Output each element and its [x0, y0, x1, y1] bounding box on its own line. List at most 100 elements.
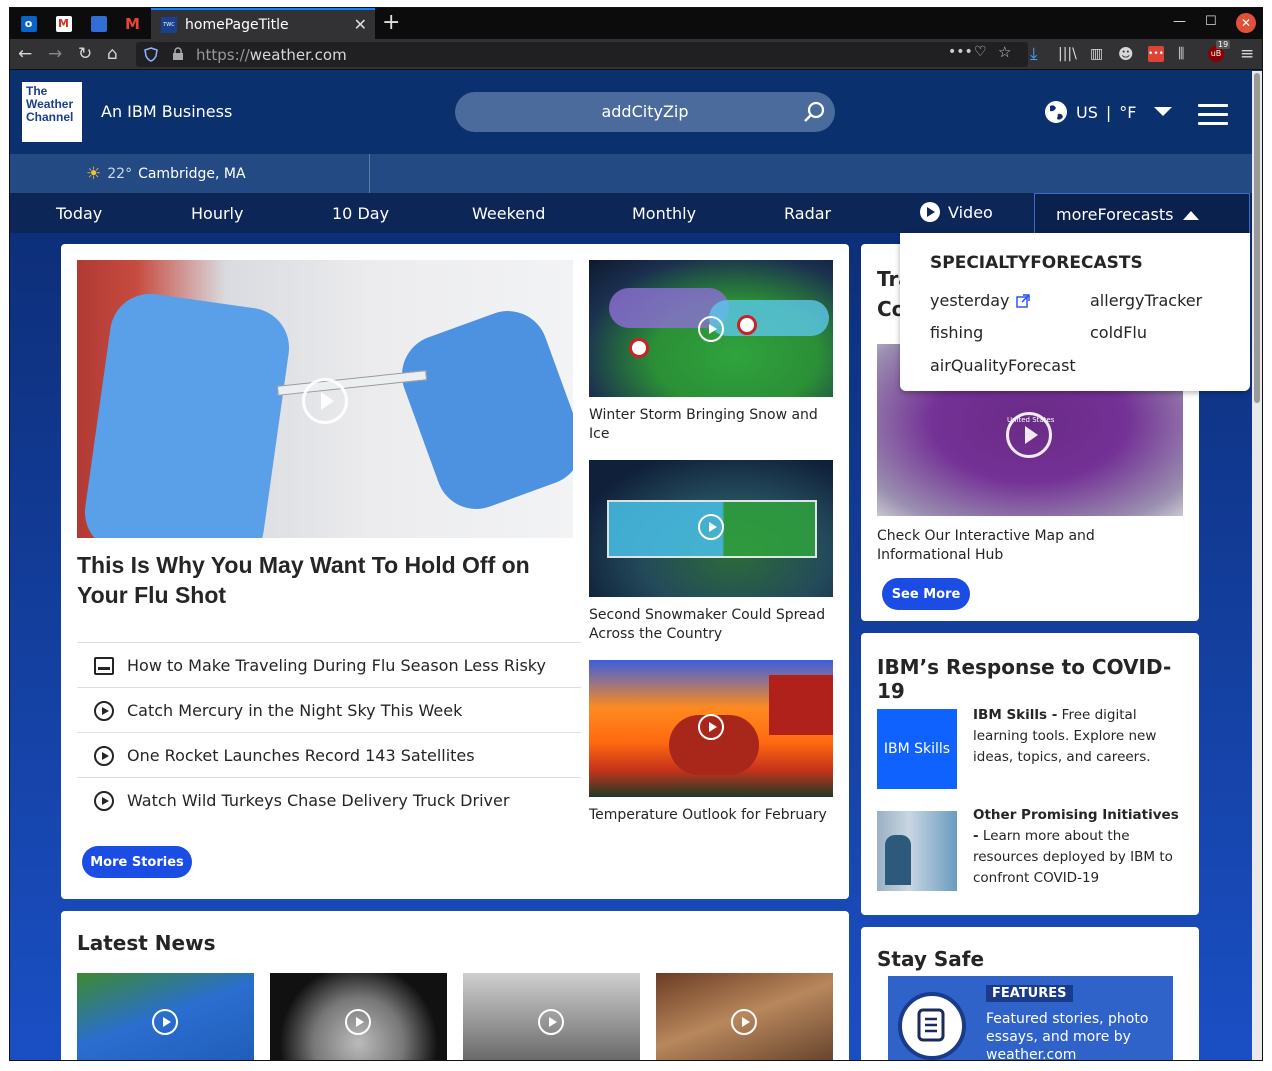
more-forecasts-button[interactable]: moreForecasts — [1034, 193, 1250, 233]
library-icon[interactable]: |||\ — [1058, 44, 1077, 64]
url-bar[interactable]: https://weather.com ••• ♡ ☆ — [136, 42, 1028, 67]
story-title: How to Make Traveling During Flu Season … — [127, 655, 546, 675]
video-caption[interactable]: Second Snowmaker Could Spread Across the… — [589, 606, 833, 644]
nav-video-label: Video — [948, 202, 993, 222]
pocket-icon[interactable]: ♡ — [974, 44, 987, 60]
logo-line: Channel — [26, 110, 74, 124]
nav-video[interactable]: Video — [920, 202, 993, 222]
bookmark-star-icon[interactable]: ☆ — [998, 43, 1011, 61]
play-circle-icon — [920, 202, 940, 222]
nav-radar[interactable]: Radar — [784, 204, 831, 223]
video-caption[interactable]: Temperature Outlook for February — [589, 806, 833, 825]
minimize-button[interactable]: — — [1173, 14, 1186, 29]
pinned-tab-app[interactable] — [82, 8, 115, 39]
pinned-tab-gmail-2[interactable]: M — [116, 8, 149, 39]
maximize-button[interactable]: ☐ — [1205, 14, 1217, 29]
dropdown-item-cold-flu[interactable]: coldFlu — [1090, 323, 1147, 342]
play-icon[interactable] — [152, 1009, 178, 1035]
search-input[interactable]: addCityZip — [455, 92, 835, 132]
nav-10-day[interactable]: 10 Day — [332, 204, 389, 223]
play-icon[interactable] — [698, 514, 724, 540]
story-row[interactable]: Catch Mercury in the Night Sky This Week — [77, 687, 581, 732]
article-icon — [94, 657, 114, 675]
menu-icon[interactable]: ≡ — [1240, 44, 1254, 64]
lastpass-icon[interactable]: ••• — [1148, 46, 1164, 62]
twc-logo[interactable]: The Weather Channel — [22, 82, 82, 142]
play-icon[interactable] — [538, 1009, 564, 1035]
story-title: Watch Wild Turkeys Chase Delivery Truck … — [127, 790, 510, 810]
play-icon[interactable] — [302, 378, 348, 424]
news-thumbnail[interactable] — [270, 973, 447, 1060]
play-icon[interactable] — [698, 714, 724, 740]
dropdown-item-yesterday[interactable]: yesterday — [930, 291, 1030, 310]
news-thumbnail[interactable] — [77, 973, 254, 1060]
locale-selector[interactable]: US | °F — [1044, 100, 1173, 124]
video-thumbnail-winter-storm[interactable] — [589, 260, 833, 397]
account-icon[interactable]: ☻ — [1118, 44, 1134, 64]
top-stories-card: This Is Why You May Want To Hold Off on … — [61, 244, 849, 899]
forecast-nav: Today Hourly 10 Day Weekend Monthly Rada… — [10, 193, 1262, 233]
country-code: US — [1076, 102, 1098, 122]
glove-right — [390, 299, 573, 521]
location-bar: ☀ 22° Cambridge, MA — [10, 154, 1262, 193]
story-title: One Rocket Launches Record 143 Satellite… — [127, 745, 475, 765]
video-thumbnail-snowmaker[interactable] — [589, 460, 833, 597]
play-icon[interactable] — [345, 1009, 371, 1035]
close-tab-icon[interactable]: ✕ — [354, 15, 367, 34]
location-divider — [369, 154, 370, 193]
page-actions-icon[interactable]: ••• — [948, 44, 973, 60]
pinned-tab-gmail-1[interactable]: M — [47, 8, 80, 39]
play-icon[interactable] — [1006, 412, 1052, 458]
ibm-skills-tile[interactable]: IBM Skills — [877, 709, 957, 789]
site-header: The Weather Channel An IBM Business addC… — [10, 70, 1262, 154]
play-icon[interactable] — [698, 316, 724, 342]
tab-active[interactable]: TWC homePageTitle ✕ — [151, 8, 375, 39]
forward-button[interactable]: → — [48, 44, 62, 64]
hamburger-menu-button[interactable] — [1198, 104, 1228, 131]
video-thumbnail-temperature[interactable] — [589, 660, 833, 797]
ibm-skills-text[interactable]: IBM Skills - Free digital learning tools… — [973, 705, 1185, 768]
extension-icon[interactable]: ⫼ — [1178, 44, 1184, 64]
nav-monthly[interactable]: Monthly — [632, 204, 696, 223]
pinned-tab-outlook[interactable]: o — [12, 8, 45, 39]
nav-hourly[interactable]: Hourly — [191, 204, 243, 223]
more-forecasts-label: moreForecasts — [1056, 205, 1174, 224]
story-row[interactable]: Watch Wild Turkeys Chase Delivery Truck … — [77, 777, 581, 822]
hero-video-image[interactable] — [77, 260, 573, 538]
features-banner[interactable]: FEATURES Featured stories, photo essays,… — [888, 976, 1173, 1061]
dropdown-item-air-quality[interactable]: airQualityForecast — [930, 356, 1076, 375]
chevron-up-icon — [1182, 211, 1199, 220]
nav-weekend[interactable]: Weekend — [472, 204, 545, 223]
globe-icon — [1045, 101, 1067, 123]
story-row[interactable]: One Rocket Launches Record 143 Satellite… — [77, 732, 581, 777]
sidebar-icon[interactable]: ▥ — [1090, 44, 1103, 64]
hero-title[interactable]: This Is Why You May Want To Hold Off on … — [77, 550, 567, 610]
news-thumbnail[interactable] — [463, 973, 640, 1060]
nav-today[interactable]: Today — [56, 204, 102, 223]
home-button[interactable]: ⌂ — [107, 44, 118, 64]
dropdown-item-allergy-tracker[interactable]: allergyTracker — [1090, 291, 1202, 310]
news-thumbnail[interactable] — [656, 973, 833, 1060]
back-button[interactable]: ← — [18, 44, 32, 64]
other-initiatives-text[interactable]: Other Promising Initiatives - Learn more… — [973, 805, 1185, 889]
download-icon[interactable]: ⤓ — [1030, 44, 1038, 64]
more-stories-button[interactable]: More Stories — [82, 846, 192, 878]
see-more-button[interactable]: See More — [882, 578, 970, 610]
close-window-button[interactable]: ✕ — [1236, 13, 1256, 33]
story-row[interactable]: How to Make Traveling During Flu Season … — [77, 642, 581, 687]
outlook-icon: o — [20, 15, 37, 32]
search-icon[interactable] — [803, 101, 825, 123]
features-text: Featured stories, photo essays, and more… — [986, 1011, 1149, 1061]
other-initiatives-image[interactable] — [877, 811, 957, 891]
scrollbar-track[interactable] — [1252, 71, 1262, 1060]
dropdown-item-fishing[interactable]: fishing — [930, 323, 983, 342]
new-tab-button[interactable]: + — [382, 10, 400, 35]
video-caption[interactable]: Winter Storm Bringing Snow and Ice — [589, 406, 833, 444]
scrollbar-thumb[interactable] — [1254, 73, 1260, 403]
latest-news-card: Latest News — [61, 911, 849, 1060]
person-figure — [885, 835, 911, 885]
play-icon[interactable] — [731, 1009, 757, 1035]
saved-location[interactable]: ☀ 22° Cambridge, MA — [86, 164, 246, 184]
more-forecasts-dropdown: SPECIALTYFORECASTS yesterday fishing air… — [900, 233, 1250, 391]
reload-button[interactable]: ↻ — [78, 44, 92, 64]
